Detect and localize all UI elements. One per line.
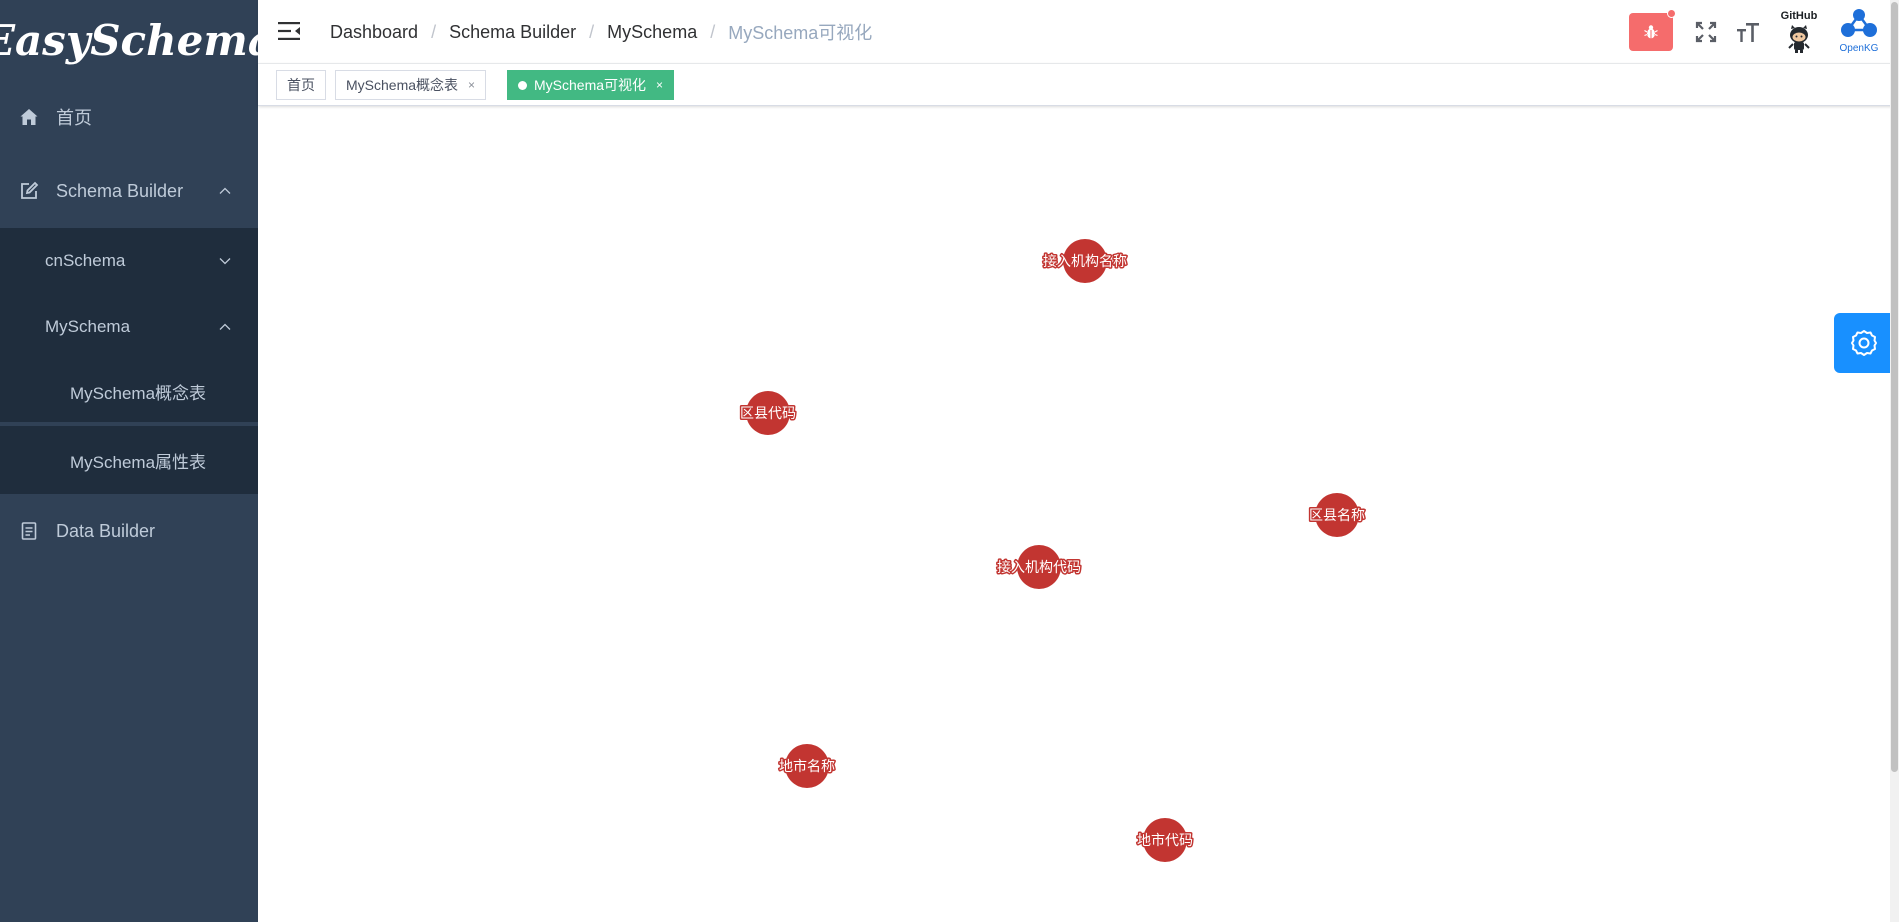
error-log-button[interactable]: [1629, 9, 1676, 51]
sidebar-item-data-builder[interactable]: Data Builder: [0, 494, 258, 568]
graph-node[interactable]: 地市代码: [1136, 818, 1195, 862]
breadcrumb-separator: /: [710, 21, 716, 42]
graph-node-label: 接入机构代码: [997, 559, 1081, 576]
sidebar-item-label: Data Builder: [56, 520, 156, 541]
schema-graph-canvas[interactable]: 接入机构名称区县代码区县名称接入机构代码地市名称地市代码: [258, 107, 1899, 922]
notification-dot: [1667, 9, 1676, 18]
home-icon: [18, 106, 40, 128]
graph-svg[interactable]: 接入机构名称区县代码区县名称接入机构代码地市名称地市代码: [258, 107, 1899, 922]
openkg-link[interactable]: OpenKG: [1835, 8, 1883, 56]
graph-node[interactable]: 区县代码: [739, 391, 798, 435]
close-icon[interactable]: ×: [468, 78, 475, 92]
graph-node[interactable]: 区县名称: [1308, 493, 1367, 537]
graph-node-label: 接入机构名称: [1043, 253, 1127, 270]
github-label: GitHub: [1780, 10, 1818, 22]
close-icon[interactable]: ×: [656, 78, 663, 92]
sidebar-item-cnschema[interactable]: cnSchema: [0, 228, 258, 294]
active-dot-icon: [518, 80, 527, 90]
tag-label: MySchema可视化: [534, 77, 647, 93]
font-size-icon[interactable]: [1735, 19, 1761, 45]
settings-button[interactable]: [1834, 313, 1894, 373]
openkg-logo-icon: [1841, 9, 1877, 37]
graph-node[interactable]: 地市名称: [778, 744, 837, 788]
scrollbar-thumb[interactable]: [1891, 2, 1898, 772]
breadcrumb-current: MySchema可视化: [728, 23, 873, 43]
tag-myschema-concepts[interactable]: MySchema概念表 ×: [335, 70, 487, 100]
fullscreen-icon[interactable]: [1693, 19, 1719, 45]
schema-builder-submenu: cnSchema MySchema MySchema概念表 MySchema属性…: [0, 228, 258, 494]
right-menu: GitHub OpenKG: [1629, 0, 1899, 64]
app-logo[interactable]: EasySchema: [0, 0, 275, 80]
sidebar-item-label: cnSchema: [45, 251, 126, 270]
breadcrumb-dashboard[interactable]: Dashboard: [330, 22, 418, 43]
graph-node-label: 地市代码: [1137, 832, 1193, 849]
breadcrumb-separator: /: [431, 21, 437, 42]
page-scrollbar[interactable]: [1890, 0, 1899, 922]
sidebar-item-myschema[interactable]: MySchema: [0, 294, 258, 360]
document-icon: [18, 520, 40, 542]
breadcrumb: Dashboard / Schema Builder / MySchema / …: [330, 0, 872, 64]
tag-label: MySchema概念表: [346, 77, 459, 93]
tag-home[interactable]: 首页: [276, 70, 326, 100]
graph-node[interactable]: 接入机构代码: [996, 545, 1083, 589]
github-link[interactable]: GitHub: [1777, 10, 1821, 54]
graph-node-label: 区县代码: [740, 406, 796, 422]
chevron-down-icon: [219, 258, 231, 265]
graph-node[interactable]: 接入机构名称: [1042, 239, 1129, 283]
tag-myschema-visualization[interactable]: MySchema可视化 ×: [507, 70, 675, 100]
tags-view: 首页 MySchema概念表 × MySchema可视化 ×: [258, 64, 1899, 106]
sidebar-item-schema-builder[interactable]: Schema Builder: [0, 154, 258, 228]
sidebar: EasySchema 首页 Schema Builder cnSchema My…: [0, 0, 275, 922]
sidebar-item-home[interactable]: 首页: [0, 80, 258, 154]
breadcrumb-schema-builder[interactable]: Schema Builder: [449, 22, 576, 43]
chevron-up-icon: [219, 187, 231, 194]
breadcrumb-separator: /: [589, 21, 595, 42]
navbar: Dashboard / Schema Builder / MySchema / …: [258, 0, 1899, 64]
graph-node-label: 区县名称: [1309, 508, 1365, 524]
octocat-icon: [1788, 25, 1810, 53]
tag-label: 首页: [287, 77, 315, 93]
chevron-up-icon: [219, 323, 231, 330]
sidebar-item-label: MySchema属性表: [70, 452, 207, 472]
breadcrumb-myschema[interactable]: MySchema: [607, 22, 697, 43]
sidebar-item-label: MySchema概念表: [70, 383, 207, 403]
sidebar-item-label: MySchema: [45, 317, 131, 336]
bug-icon: [1644, 25, 1658, 39]
edit-icon: [18, 180, 40, 202]
sidebar-item-label: Schema Builder: [56, 180, 184, 201]
sidebar-item-label: 首页: [56, 108, 92, 128]
hamburger-menu-icon[interactable]: [276, 18, 302, 44]
sidebar-item-myschema-concepts[interactable]: MySchema概念表: [0, 360, 258, 422]
gear-icon: [1851, 330, 1877, 356]
sidebar-item-myschema-properties[interactable]: MySchema属性表: [0, 426, 258, 494]
graph-node-label: 地市名称: [779, 758, 835, 775]
openkg-label: OpenKG: [1839, 43, 1879, 54]
